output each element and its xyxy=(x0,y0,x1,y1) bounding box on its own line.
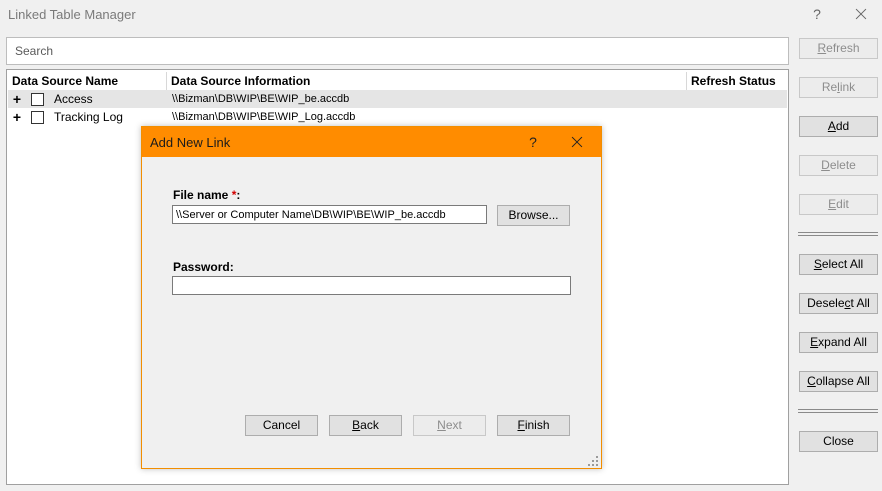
file-name-label: File name *: xyxy=(173,188,241,202)
column-header-refresh-status[interactable]: Refresh Status xyxy=(686,72,786,90)
dialog-title: Add New Link xyxy=(150,135,231,150)
expand-plus-icon[interactable]: + xyxy=(12,92,22,106)
close-button[interactable]: Close xyxy=(799,431,878,452)
cancel-button[interactable]: Cancel xyxy=(245,415,318,436)
data-source-name: Access xyxy=(54,92,93,106)
help-icon[interactable]: ? xyxy=(808,4,826,24)
window-title: Linked Table Manager xyxy=(8,7,136,22)
dialog-title-bar[interactable]: Add New Link ? xyxy=(142,127,601,157)
data-source-information: \\Bizman\DB\WIP\BE\WIP_Log.accdb xyxy=(172,111,356,123)
close-icon[interactable] xyxy=(566,132,588,152)
data-source-name: Tracking Log xyxy=(54,110,123,124)
delete-button[interactable]: Delete xyxy=(799,155,878,176)
expand-all-button[interactable]: Expand All xyxy=(799,332,878,353)
select-all-button[interactable]: Select All xyxy=(799,254,878,275)
row-checkbox[interactable] xyxy=(31,93,44,106)
table-row[interactable]: + Access \\Bizman\DB\WIP\BE\WIP_be.accdb xyxy=(8,90,787,108)
separator xyxy=(798,409,878,413)
column-header-data-source-information[interactable]: Data Source Information xyxy=(166,72,686,90)
file-name-input[interactable] xyxy=(172,205,487,224)
deselect-all-button[interactable]: Deselect All xyxy=(799,293,878,314)
password-input[interactable] xyxy=(172,276,571,295)
add-button[interactable]: Add xyxy=(799,116,878,137)
data-source-information: \\Bizman\DB\WIP\BE\WIP_be.accdb xyxy=(172,93,350,105)
window-title-bar: Linked Table Manager ? xyxy=(0,0,882,30)
row-checkbox[interactable] xyxy=(31,111,44,124)
table-row[interactable]: + Tracking Log \\Bizman\DB\WIP\BE\WIP_Lo… xyxy=(8,108,787,126)
edit-button[interactable]: Edit xyxy=(799,194,878,215)
expand-plus-icon[interactable]: + xyxy=(12,110,22,124)
refresh-button[interactable]: Refresh xyxy=(799,38,878,59)
collapse-all-button[interactable]: Collapse All xyxy=(799,371,878,392)
password-label: Password: xyxy=(173,260,234,274)
resize-grip-icon[interactable] xyxy=(588,456,598,466)
add-new-link-dialog: Add New Link ? File name *: Browse... Pa… xyxy=(141,126,602,469)
relink-button[interactable]: Relink xyxy=(799,77,878,98)
separator xyxy=(798,232,878,236)
back-button[interactable]: Back xyxy=(329,415,402,436)
finish-button[interactable]: Finish xyxy=(497,415,570,436)
help-icon[interactable]: ? xyxy=(524,132,542,152)
search-input[interactable] xyxy=(6,37,789,65)
next-button[interactable]: Next xyxy=(413,415,486,436)
column-header-data-source-name[interactable]: Data Source Name xyxy=(7,72,167,90)
close-icon[interactable] xyxy=(850,4,872,24)
browse-button[interactable]: Browse... xyxy=(497,205,570,226)
